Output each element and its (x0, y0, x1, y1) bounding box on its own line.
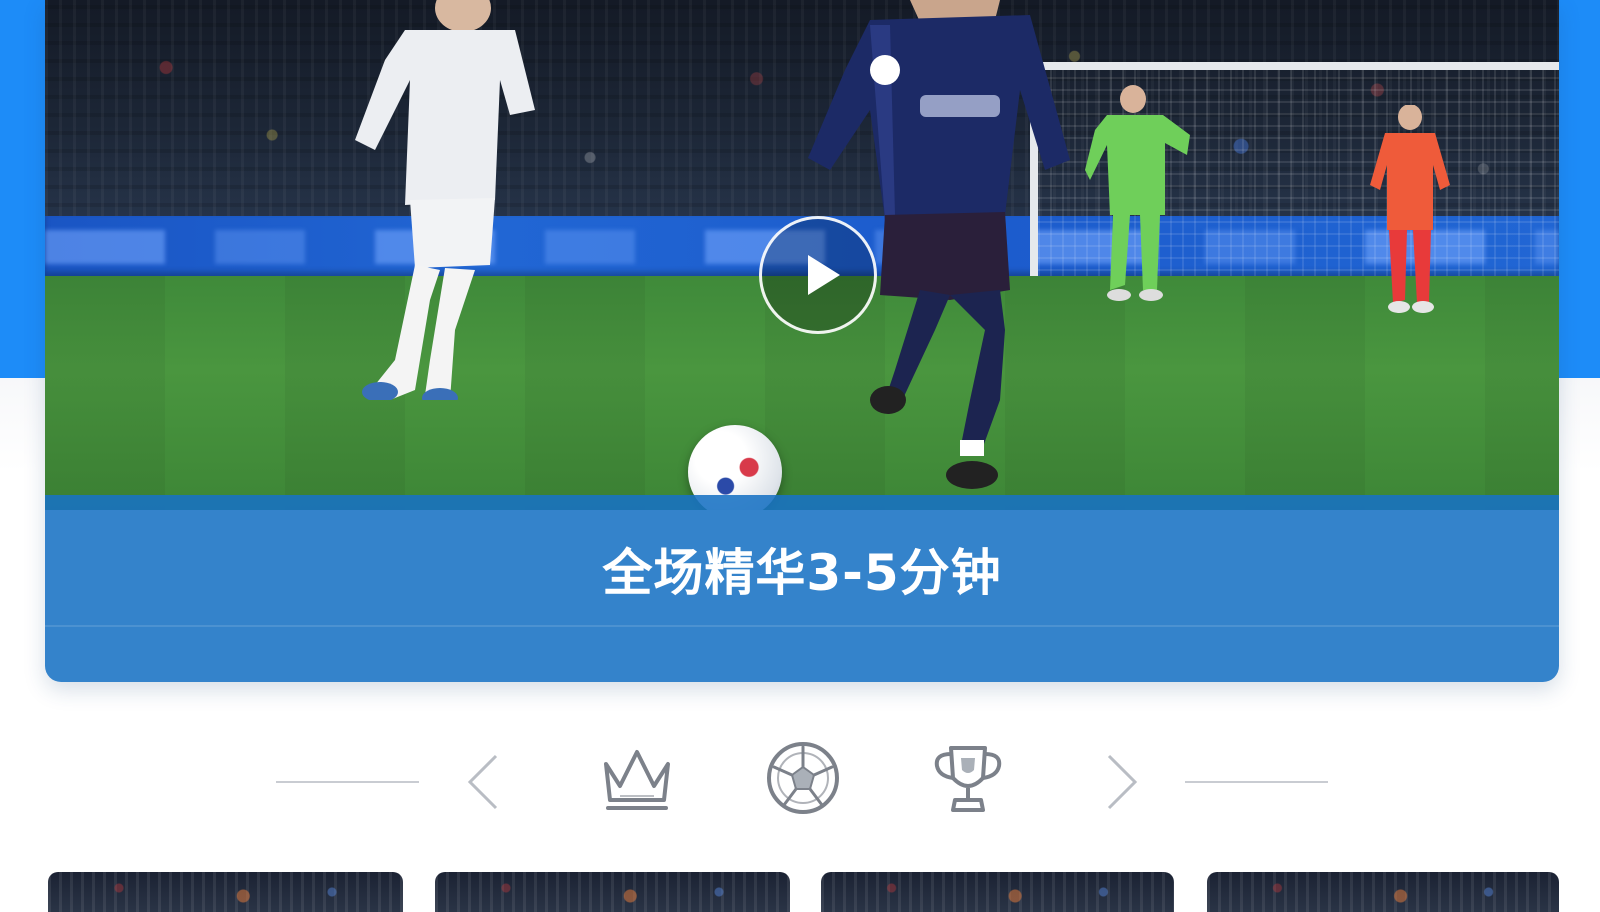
video-thumbnail-card[interactable] (48, 872, 403, 912)
trophy-icon (934, 746, 1002, 812)
play-icon (808, 255, 840, 295)
category-crown[interactable] (598, 740, 676, 818)
video-thumbnail-card[interactable] (435, 872, 790, 912)
nav-divider-left (276, 781, 419, 783)
category-trophy[interactable] (929, 740, 1007, 818)
play-button[interactable] (759, 216, 877, 334)
category-football[interactable] (764, 739, 842, 817)
goalkeeper-orange (1370, 105, 1450, 313)
video-thumbnail-card[interactable] (1207, 872, 1559, 912)
video-caption-bar: 全场精华3-5分钟 (45, 495, 1559, 682)
next-button[interactable] (1105, 754, 1139, 810)
goalkeeper-green (1085, 85, 1190, 301)
video-thumbnail-card[interactable] (821, 872, 1174, 912)
chevron-left-icon (467, 754, 498, 810)
nav-divider-right (1185, 781, 1328, 783)
crown-icon (604, 750, 670, 810)
prev-button[interactable] (466, 754, 500, 810)
video-card[interactable]: 全场精华3-5分钟 (45, 0, 1559, 682)
football-icon (767, 742, 839, 814)
video-caption: 全场精华3-5分钟 (602, 544, 1002, 602)
player-white-kit (355, 0, 535, 400)
chevron-right-icon (1107, 754, 1138, 810)
